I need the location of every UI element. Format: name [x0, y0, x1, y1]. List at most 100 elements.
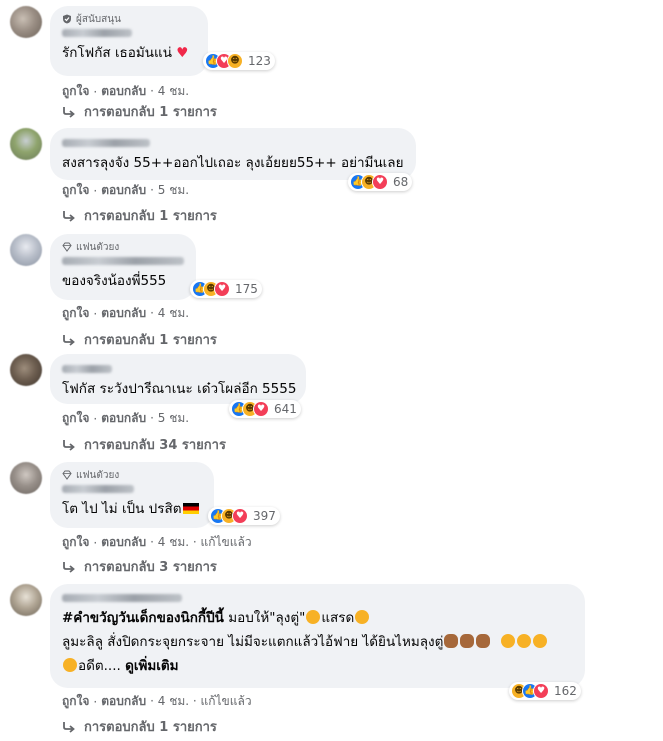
see-no-evil-monkey-emoji	[476, 634, 491, 648]
author-name[interactable]	[62, 29, 132, 37]
badge-label: แฟนตัวยง	[76, 469, 120, 481]
comment-line-1: #คำขวัญวันเด็กของนิกกี้ปีนี้ มอบให้"ลุงต…	[62, 608, 573, 628]
comment-bubble: ผู้สนับสนุน รักโฟกัส เธอมันแน่ ♥	[50, 6, 208, 76]
comment-actions: ถูกใจ · ตอบกลับ · 4 ชม. · แก้ไขแล้ว	[62, 692, 252, 711]
reply-arrow-icon	[63, 439, 75, 451]
reaction-summary[interactable]: 👍 ♥ ☻ 123	[203, 52, 275, 70]
shield-icon	[63, 14, 71, 24]
reaction-summary[interactable]: 👍 ☻ ♥ 175	[190, 280, 262, 298]
timestamp: · 4 ชม.	[150, 306, 190, 320]
reply-arrow-icon	[63, 334, 75, 346]
comment-actions: ถูกใจ · ตอบกลับ · 4 ชม.	[62, 304, 189, 323]
like-button[interactable]: ถูกใจ	[62, 82, 89, 101]
avatar[interactable]	[10, 462, 42, 494]
comment-bubble: แฟนตัวยง ของจริงน้องพี่555	[50, 234, 196, 300]
love-reaction-icon: ♥	[533, 683, 549, 699]
replies-label: การตอบกลับ 34 รายการ	[84, 438, 226, 453]
timestamp: · 5 ชม.	[150, 411, 190, 425]
reaction-count: 397	[253, 509, 276, 523]
reaction-count: 68	[393, 175, 409, 189]
badge-label: แฟนตัวยง	[76, 241, 120, 253]
diamond-icon	[62, 470, 72, 480]
author-name[interactable]	[62, 365, 112, 373]
eye-roll-emoji	[306, 610, 321, 624]
reply-arrow-icon	[63, 106, 75, 118]
like-button[interactable]: ถูกใจ	[62, 181, 89, 200]
comment-text: ของจริงน้องพี่555	[62, 273, 167, 289]
love-reaction-icon: ♥	[253, 401, 269, 417]
replies-label: การตอบกลับ 1 รายการ	[84, 105, 217, 120]
comment-bubble: โฟกัส ระวังปารีณาเนะ เด๋วโผล่อีก 5555	[50, 354, 306, 404]
reaction-summary[interactable]: 👍 ☻ ♥ 641	[229, 400, 301, 418]
view-replies-link[interactable]: การตอบกลับ 34 รายการ	[62, 434, 226, 455]
see-more-link[interactable]: ดูเพิ่มเติม	[125, 658, 178, 674]
like-button[interactable]: ถูกใจ	[62, 304, 89, 323]
comment-text: รักโฟกัส เธอมันแน่ ♥	[62, 45, 189, 61]
reply-arrow-icon	[63, 561, 75, 573]
like-button[interactable]: ถูกใจ	[62, 692, 89, 711]
view-replies-link[interactable]: การตอบกลับ 1 รายการ	[62, 716, 217, 737]
heart-emoji: ♥	[176, 45, 189, 61]
reaction-count: 162	[554, 684, 577, 698]
love-reaction-icon: ♥	[232, 508, 248, 524]
replies-label: การตอบกลับ 1 รายการ	[84, 333, 217, 348]
partying-face-emoji	[516, 634, 531, 648]
love-reaction-icon: ♥	[214, 281, 230, 297]
reaction-count: 175	[235, 282, 258, 296]
comment-actions: ถูกใจ · ตอบกลับ · 5 ชม.	[62, 181, 189, 200]
comment-actions: ถูกใจ · ตอบกลับ · 4 ชม. · แก้ไขแล้ว	[62, 533, 252, 552]
author-name[interactable]	[62, 485, 134, 493]
top-fan-badge: แฟนตัวยง	[62, 468, 202, 482]
timestamp: · 5 ชม.	[150, 183, 190, 197]
reply-button[interactable]: ตอบกลับ	[101, 409, 146, 428]
timestamp: · 4 ชม.	[150, 84, 190, 98]
badge-label: ผู้สนับสนุน	[76, 13, 121, 25]
like-button[interactable]: ถูกใจ	[62, 409, 89, 428]
love-reaction-icon: ♥	[372, 174, 388, 190]
eye-roll-emoji	[355, 610, 370, 624]
comment-text: โฟกัส ระวังปารีณาเนะ เด๋วโผล่อีก 5555	[62, 381, 297, 397]
reply-button[interactable]: ตอบกลับ	[101, 82, 146, 101]
avatar[interactable]	[10, 354, 42, 386]
view-replies-link[interactable]: การตอบกลับ 1 รายการ	[62, 101, 217, 122]
comment-text: โต ไป ไม่ เป็น ปรสิต	[62, 499, 202, 519]
replies-label: การตอบกลับ 3 รายการ	[84, 560, 217, 575]
reaction-count: 123	[248, 54, 271, 68]
reaction-summary[interactable]: ☻ 👍 ♥ 162	[509, 682, 581, 700]
timestamp: · 4 ชม. · แก้ไขแล้ว	[150, 694, 252, 708]
timestamp: · 4 ชม. · แก้ไขแล้ว	[150, 535, 252, 549]
author-name[interactable]	[62, 139, 150, 147]
reply-button[interactable]: ตอบกลับ	[101, 304, 146, 323]
reply-arrow-icon	[63, 721, 75, 733]
comment-text: สงสารลุงจัง 55++ออกไปเถอะ ลุงเอ้ยยย55++ …	[62, 155, 404, 171]
grimacing-emoji	[63, 658, 77, 672]
view-replies-link[interactable]: การตอบกลับ 1 รายการ	[62, 329, 217, 350]
avatar[interactable]	[10, 128, 42, 160]
avatar[interactable]	[10, 584, 42, 616]
reply-button[interactable]: ตอบกลับ	[101, 692, 146, 711]
diamond-icon	[62, 242, 72, 252]
replies-label: การตอบกลับ 1 รายการ	[84, 720, 217, 735]
replies-label: การตอบกลับ 1 รายการ	[84, 209, 217, 224]
avatar[interactable]	[10, 6, 42, 38]
comment-line-2: ลูมะลิลู สั่งปิดกระจุยกระจาย ไม่มีจะแตกแ…	[62, 632, 573, 652]
reaction-summary[interactable]: 👍 ☻ ♥ 397	[208, 507, 280, 525]
author-name[interactable]	[62, 257, 184, 265]
haha-reaction-icon: ☻	[227, 53, 243, 69]
top-fan-badge: แฟนตัวยง	[62, 240, 184, 254]
reply-button[interactable]: ตอบกลับ	[101, 533, 146, 552]
see-no-evil-monkey-emoji	[460, 634, 475, 648]
reply-button[interactable]: ตอบกลับ	[101, 181, 146, 200]
reaction-summary[interactable]: 👍 ☻ ♥ 68	[348, 173, 413, 191]
view-replies-link[interactable]: การตอบกลับ 3 รายการ	[62, 556, 217, 577]
avatar[interactable]	[10, 234, 42, 266]
supporter-badge: ผู้สนับสนุน	[62, 12, 196, 26]
view-replies-link[interactable]: การตอบกลับ 1 รายการ	[62, 205, 217, 226]
like-button[interactable]: ถูกใจ	[62, 533, 89, 552]
comment-bubble: แฟนตัวยง โต ไป ไม่ เป็น ปรสิต	[50, 462, 214, 528]
comment-actions: ถูกใจ · ตอบกลับ · 4 ชม.	[62, 82, 189, 101]
reply-arrow-icon	[63, 210, 75, 222]
see-no-evil-monkey-emoji	[444, 634, 459, 648]
hashtag-link[interactable]: #คำขวัญวันเด็กของนิกกี้ปีนี้	[62, 610, 224, 626]
author-name[interactable]	[62, 594, 182, 602]
